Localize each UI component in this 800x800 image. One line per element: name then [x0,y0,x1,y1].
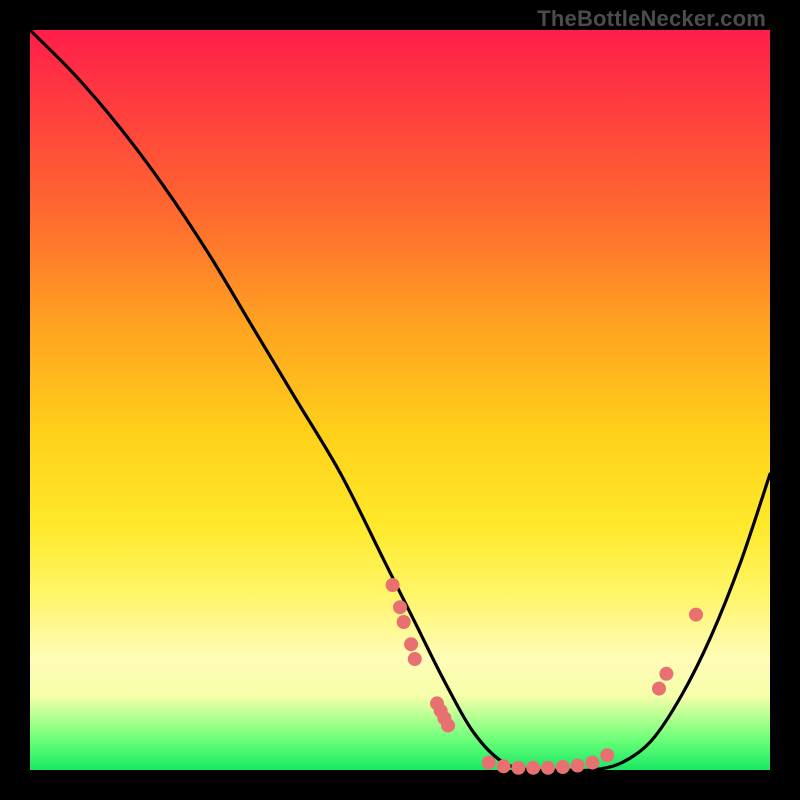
data-point [497,759,511,773]
data-point [441,719,455,733]
data-point [408,652,422,666]
curve-layer [30,30,770,771]
data-point [526,761,540,775]
chart-svg [30,30,770,770]
data-point [386,578,400,592]
data-markers [386,578,703,775]
watermark-text: TheBottleNecker.com [537,6,766,32]
data-point [689,608,703,622]
data-point [571,759,585,773]
bottleneck-curve [30,30,770,771]
data-point [652,682,666,696]
data-point [404,637,418,651]
data-point [556,760,570,774]
data-point [511,761,525,775]
chart-area [30,30,770,770]
data-point [600,748,614,762]
data-point [393,600,407,614]
data-point [585,756,599,770]
data-point [541,761,555,775]
data-point [482,756,496,770]
data-point [659,667,673,681]
data-point [397,615,411,629]
